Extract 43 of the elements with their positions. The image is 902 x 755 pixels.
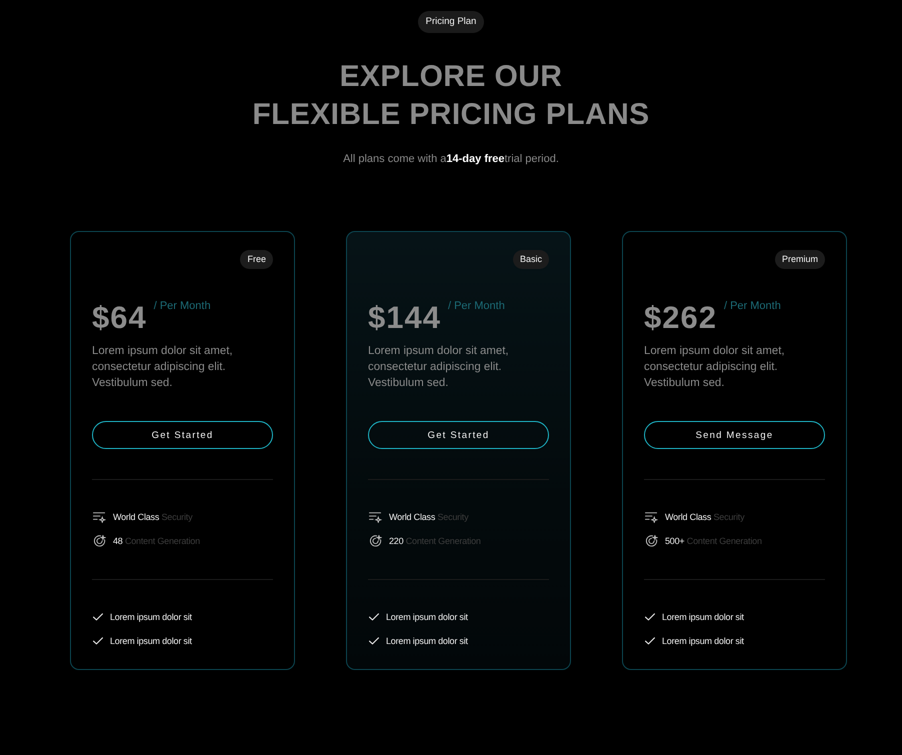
checklist-item: Lorem ipsum dolor sit: [110, 611, 192, 624]
check-icon: [93, 613, 103, 621]
check-icon: [645, 637, 655, 645]
tier-badge: Premium: [774, 250, 825, 269]
price-period: / Per Month: [448, 299, 505, 313]
price: $262: [644, 301, 717, 335]
checklist-item: Lorem ipsum dolor sit: [386, 611, 468, 624]
check-icon: [369, 613, 379, 621]
check-icon: [369, 637, 379, 645]
cta-button[interactable]: Get Started: [368, 421, 549, 449]
plan-description: Lorem ipsum dolor sit amet, consectetur adipiscing elit. Vestibulum sed.: [644, 344, 786, 391]
price-period: / Per Month: [154, 299, 211, 313]
tier-badge: Basic: [512, 250, 549, 269]
subtitle: All plans come with a14-day freetrial period.: [342, 152, 560, 167]
feature-label: World Class Security: [665, 511, 744, 524]
checklist-item: Lorem ipsum dolor sit: [662, 611, 744, 624]
list-sparkle-icon: [369, 511, 382, 523]
cta-button[interactable]: Get Started: [92, 421, 273, 449]
plan-description: Lorem ipsum dolor sit amet, consectetur adipiscing elit. Vestibulum sed.: [368, 344, 510, 391]
heading-line: FLEXIBLE PRICING PLANS: [252, 97, 650, 133]
ring-sparkle-icon: [369, 535, 382, 547]
feature-label: World Class Security: [389, 511, 468, 524]
ring-sparkle-icon: [93, 535, 106, 547]
checklist-item: Lorem ipsum dolor sit: [386, 635, 468, 648]
checklist-item: Lorem ipsum dolor sit: [110, 635, 192, 648]
check-icon: [93, 637, 103, 645]
list-sparkle-icon: [93, 511, 106, 523]
price-period: / Per Month: [724, 299, 781, 313]
section-badge: Pricing Plan: [418, 11, 484, 33]
price: $64: [92, 301, 147, 335]
plan-description: Lorem ipsum dolor sit amet, consectetur adipiscing elit. Vestibulum sed.: [92, 344, 234, 391]
feature-label: 220 Content Generation: [389, 535, 481, 548]
feature-label: 500+ Content Generation: [665, 535, 762, 548]
price: $144: [368, 301, 441, 335]
checklist-item: Lorem ipsum dolor sit: [662, 635, 744, 648]
feature-label: World Class Security: [113, 511, 192, 524]
tier-badge: Free: [240, 250, 273, 269]
ring-sparkle-icon: [645, 535, 658, 547]
heading-line: EXPLORE OUR: [340, 59, 562, 95]
cta-button[interactable]: Send Message: [644, 421, 825, 449]
list-sparkle-icon: [645, 511, 658, 523]
check-icon: [645, 613, 655, 621]
feature-label: 48 Content Generation: [113, 535, 200, 548]
